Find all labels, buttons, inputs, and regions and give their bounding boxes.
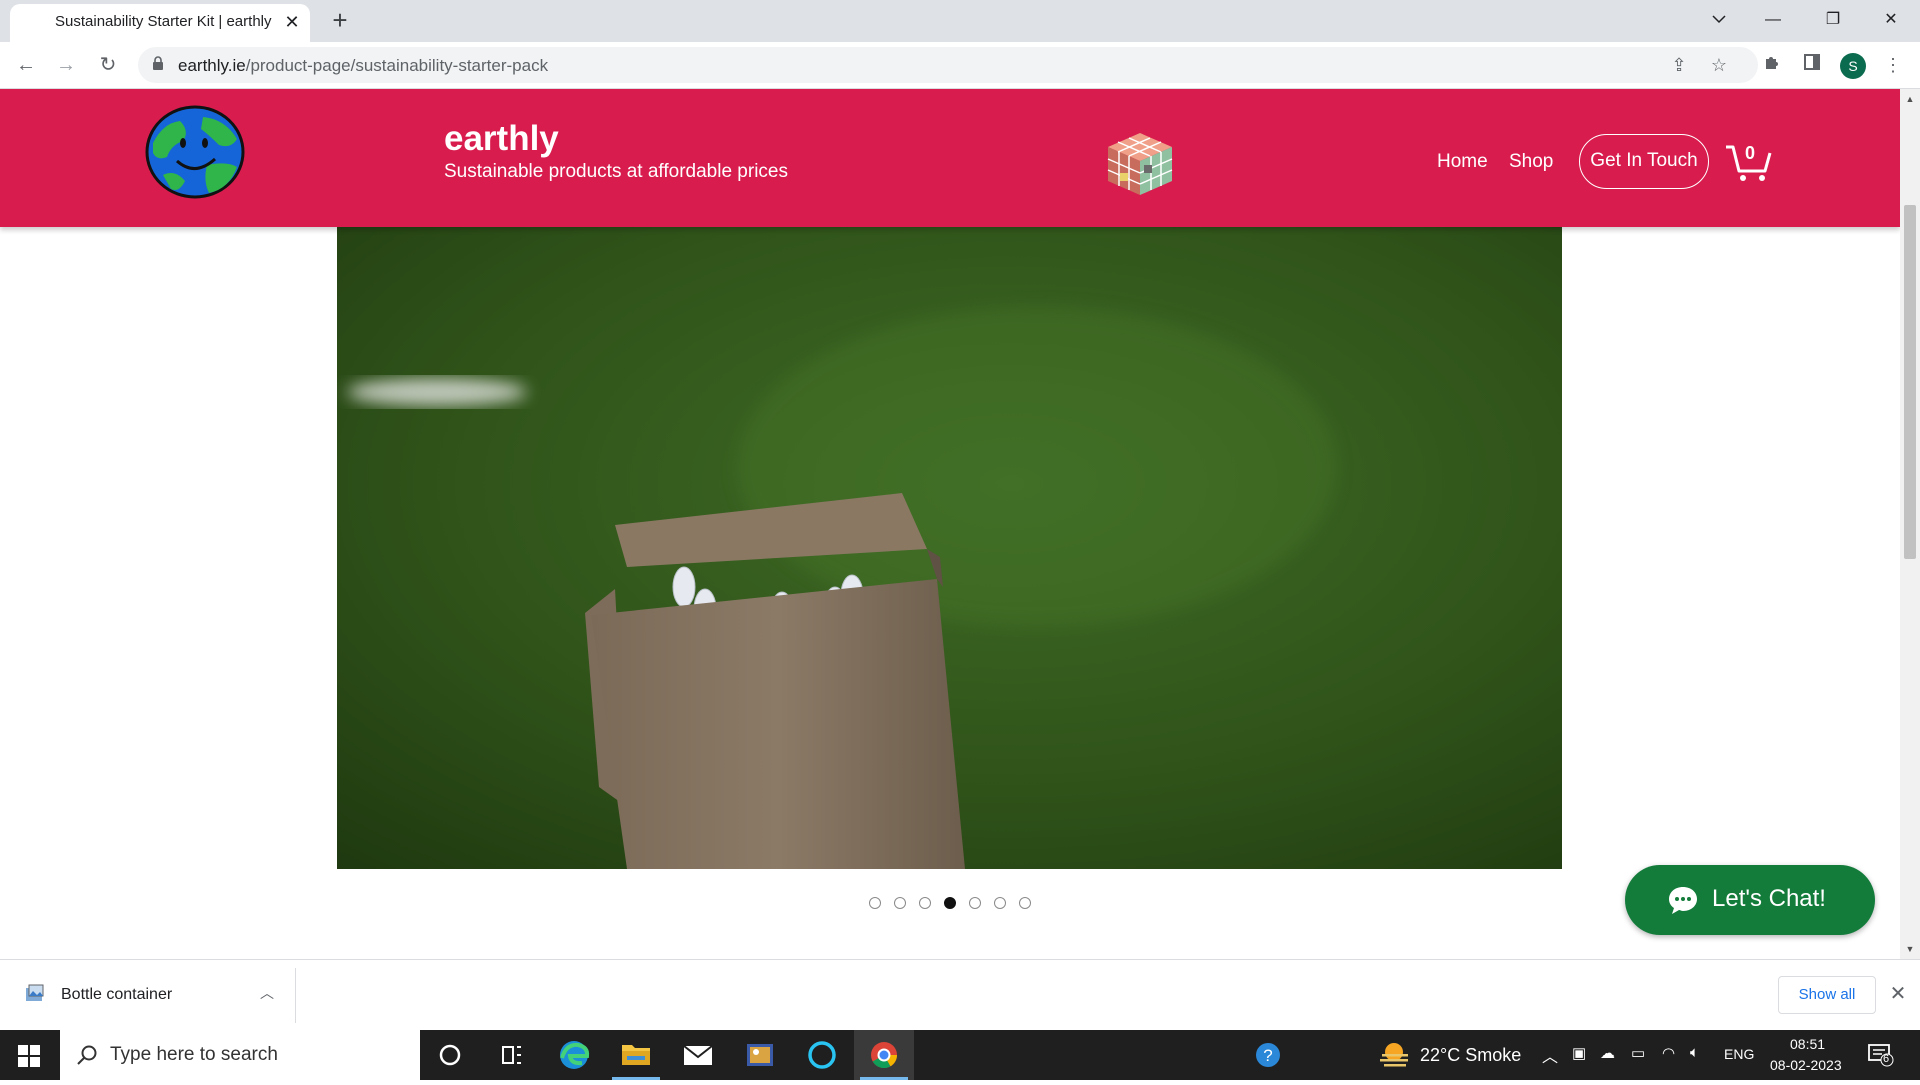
gallery-dot[interactable] bbox=[969, 897, 981, 909]
chat-label: Let's Chat! bbox=[1712, 885, 1826, 912]
clock-date[interactable]: 08-02-2023 bbox=[1770, 1057, 1842, 1073]
taskbar-search-box[interactable]: Type here to search bbox=[60, 1030, 420, 1080]
scroll-down-icon[interactable]: ▼ bbox=[1904, 943, 1916, 955]
back-arrow-icon[interactable]: ← bbox=[12, 51, 40, 79]
cart-count-badge[interactable]: 0 bbox=[1745, 143, 1755, 164]
edge-browser-icon[interactable] bbox=[544, 1030, 604, 1080]
product-image-cotton-buds[interactable] bbox=[337, 227, 1562, 869]
notification-count: 6 bbox=[1883, 1053, 1890, 1065]
window-close-icon[interactable]: ✕ bbox=[1868, 6, 1914, 34]
help-question-icon[interactable]: ? bbox=[1238, 1030, 1298, 1080]
gallery-dot[interactable] bbox=[894, 897, 906, 909]
kebab-menu-icon[interactable]: ⋮ bbox=[1880, 52, 1906, 78]
browser-tab[interactable]: Sustainability Starter Kit | earthly ✕ bbox=[10, 4, 310, 42]
search-placeholder: Type here to search bbox=[110, 1044, 278, 1065]
lock-icon[interactable] bbox=[152, 56, 164, 70]
browser-toolbar: ← → ↻ earthly.ie/product-page/sustainabi… bbox=[0, 42, 1920, 89]
share-icon[interactable]: ⇪ bbox=[1668, 54, 1690, 76]
download-file-name[interactable]: Bottle container bbox=[61, 986, 172, 1004]
cortana-icon[interactable] bbox=[420, 1030, 480, 1080]
profile-avatar[interactable]: S bbox=[1840, 53, 1866, 79]
page-viewport: earthly Sustainable products at affordab… bbox=[0, 89, 1900, 959]
get-in-touch-button[interactable]: Get In Touch bbox=[1579, 134, 1709, 189]
tab-strip: Sustainability Starter Kit | earthly ✕ +… bbox=[0, 0, 1920, 42]
shelf-divider bbox=[295, 968, 296, 1023]
show-all-button[interactable]: Show all bbox=[1778, 976, 1876, 1014]
weather-text[interactable]: 22°C Smoke bbox=[1420, 1045, 1521, 1066]
tab-title: Sustainability Starter Kit | earthly bbox=[55, 13, 272, 30]
weather-sun-haze-icon[interactable] bbox=[1378, 1042, 1412, 1068]
gallery-dot[interactable] bbox=[994, 897, 1006, 909]
address-bar[interactable]: earthly.ie/product-page/sustainability-s… bbox=[138, 47, 1758, 83]
globe-logo-icon[interactable] bbox=[145, 105, 245, 200]
tab-close-icon[interactable]: ✕ bbox=[280, 10, 304, 34]
download-shelf: Bottle container ︿ Show all ✕ bbox=[0, 959, 1920, 1030]
task-view-icon[interactable] bbox=[482, 1030, 542, 1080]
nav-home-link[interactable]: Home bbox=[1437, 151, 1488, 173]
gallery-dot[interactable] bbox=[919, 897, 931, 909]
gallery-dot[interactable] bbox=[869, 897, 881, 909]
brand-tagline: Sustainable products at affordable price… bbox=[444, 161, 788, 182]
chat-bubble-icon bbox=[1669, 887, 1697, 914]
rubiks-cube-icon bbox=[1107, 133, 1173, 195]
meet-now-icon[interactable]: ▣ bbox=[1572, 1044, 1586, 1062]
new-tab-icon[interactable]: + bbox=[326, 7, 354, 35]
battery-icon[interactable]: ▭ bbox=[1631, 1044, 1645, 1062]
image-file-icon bbox=[26, 984, 44, 1001]
site-header: earthly Sustainable products at affordab… bbox=[0, 89, 1900, 227]
windows-start-icon[interactable] bbox=[18, 1045, 40, 1067]
alexa-icon[interactable] bbox=[792, 1030, 852, 1080]
mail-icon[interactable] bbox=[668, 1030, 728, 1080]
gallery-dot[interactable] bbox=[1019, 897, 1031, 909]
scroll-up-icon[interactable]: ▲ bbox=[1904, 93, 1916, 105]
photo-app-icon[interactable] bbox=[730, 1030, 790, 1080]
forward-arrow-icon[interactable]: → bbox=[52, 51, 80, 79]
language-indicator[interactable]: ENG bbox=[1724, 1046, 1754, 1062]
onedrive-cloud-icon[interactable]: ☁ bbox=[1600, 1044, 1615, 1062]
tray-chevron-up-icon[interactable]: ︿ bbox=[1542, 1043, 1558, 1067]
page-scrollbar[interactable]: ▲ ▼ bbox=[1900, 89, 1920, 959]
chevron-up-icon[interactable]: ︿ bbox=[256, 982, 278, 1004]
bookmark-star-icon[interactable]: ☆ bbox=[1708, 54, 1730, 76]
gallery-dot[interactable] bbox=[944, 897, 956, 909]
minimize-icon[interactable]: — bbox=[1750, 6, 1796, 34]
side-panel-icon[interactable] bbox=[1799, 52, 1825, 78]
nav-shop-link[interactable]: Shop bbox=[1509, 151, 1553, 173]
search-icon bbox=[77, 1045, 97, 1065]
reload-icon[interactable]: ↻ bbox=[94, 51, 122, 79]
notification-center-icon[interactable] bbox=[1868, 1043, 1894, 1067]
wifi-icon[interactable]: ◠ bbox=[1662, 1044, 1675, 1062]
restore-icon[interactable]: ❐ bbox=[1810, 6, 1856, 34]
svg-text:?: ? bbox=[1263, 1046, 1272, 1065]
taskbar: Type here to search ? 22°C Smoke ︿ ▣ ☁ ▭… bbox=[0, 1030, 1920, 1080]
clock-time[interactable]: 08:51 bbox=[1790, 1036, 1825, 1052]
tab-search-chevron-icon[interactable] bbox=[1696, 6, 1742, 34]
chrome-icon[interactable] bbox=[854, 1030, 914, 1080]
lets-chat-button[interactable]: Let's Chat! bbox=[1625, 865, 1875, 935]
volume-icon[interactable]: 🔈︎ bbox=[1690, 1044, 1699, 1061]
file-explorer-icon[interactable] bbox=[606, 1030, 666, 1080]
scroll-thumb[interactable] bbox=[1904, 205, 1916, 559]
brand-name[interactable]: earthly bbox=[444, 119, 559, 159]
shelf-close-icon[interactable]: ✕ bbox=[1886, 982, 1910, 1006]
gallery-pagination bbox=[0, 897, 1900, 913]
url-text[interactable]: earthly.ie/product-page/sustainability-s… bbox=[178, 56, 548, 76]
extensions-puzzle-icon[interactable] bbox=[1759, 52, 1785, 78]
